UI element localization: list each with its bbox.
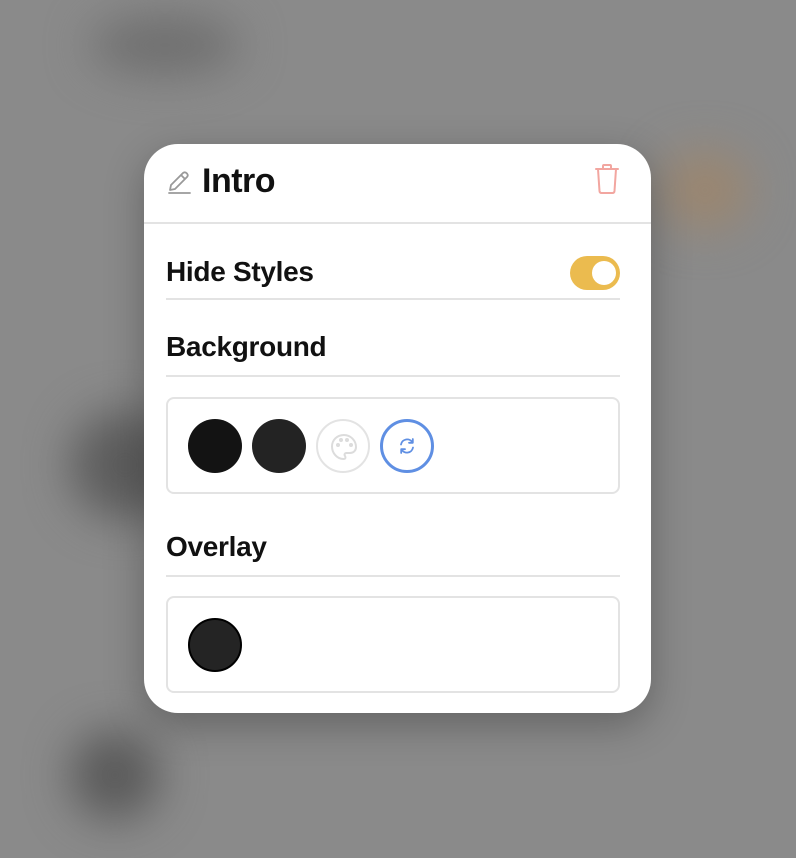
palette-icon <box>331 434 357 460</box>
background-swatch-panel <box>166 397 620 494</box>
pencil-icon[interactable] <box>166 169 192 195</box>
background-label: Background <box>166 331 327 362</box>
refresh-icon <box>400 438 414 454</box>
modal-title: Intro <box>202 162 276 200</box>
hide-styles-label: Hide Styles <box>166 256 314 287</box>
toggle-knob <box>592 261 616 285</box>
overlay-swatch-dark-gray[interactable] <box>188 618 242 672</box>
hide-styles-toggle[interactable] <box>570 256 620 290</box>
background-section-header: Background <box>166 320 620 377</box>
modal-header: Intro <box>144 144 651 224</box>
section-style-modal: Intro Hide Styles Background Overlay <box>144 144 651 713</box>
swatch-black[interactable] <box>188 419 242 473</box>
swatch-dark-gray[interactable] <box>252 419 306 473</box>
trash-icon[interactable] <box>593 163 621 195</box>
background-shape <box>660 150 750 230</box>
overlay-section-header: Overlay <box>166 520 620 577</box>
background-shape <box>70 730 160 820</box>
overlay-label: Overlay <box>166 531 267 562</box>
refresh-button[interactable] <box>380 419 434 473</box>
hide-styles-row: Hide Styles <box>166 244 620 300</box>
background-shape <box>90 15 240 75</box>
overlay-swatch-panel <box>166 596 620 693</box>
custom-color-button[interactable] <box>316 419 370 473</box>
